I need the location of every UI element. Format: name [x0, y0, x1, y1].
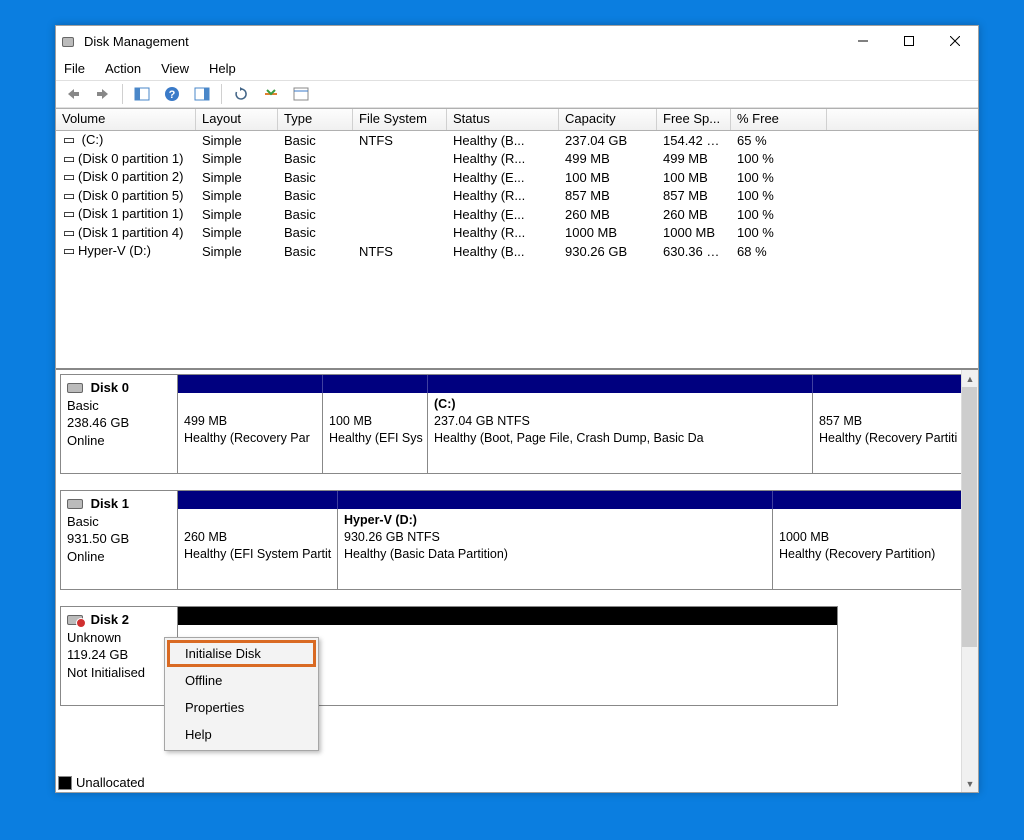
legend-unallocated-swatch [58, 776, 72, 790]
col-capacity[interactable]: Capacity [559, 109, 657, 130]
disk2-type: Unknown [67, 630, 121, 645]
disk1-size: 931.50 GB [67, 531, 129, 546]
col-pfree[interactable]: % Free [731, 109, 827, 130]
disk1-label[interactable]: Disk 1 Basic 931.50 GB Online [60, 490, 178, 590]
maximize-button[interactable] [886, 26, 932, 56]
col-volume[interactable]: Volume [56, 109, 196, 130]
disk1-type: Basic [67, 514, 99, 529]
menubar: File Action View Help [56, 56, 978, 80]
disk0-label[interactable]: Disk 0 Basic 238.46 GB Online [60, 374, 178, 474]
graphical-view: Disk 0 Basic 238.46 GB Online 499 MB Hea… [56, 368, 978, 792]
col-status[interactable]: Status [447, 109, 559, 130]
disk2-size: 119.24 GB [67, 647, 128, 662]
disk-row-0[interactable]: Disk 0 Basic 238.46 GB Online 499 MB Hea… [60, 374, 974, 474]
toolbar: ? [56, 80, 978, 108]
graphical-scrollbar[interactable]: ▲ ▼ [961, 370, 978, 792]
show-hide-console-button[interactable] [131, 83, 153, 105]
volume-row[interactable]: ▭(Disk 0 partition 2)SimpleBasicHealthy … [56, 168, 978, 187]
volume-row[interactable]: ▭(Disk 1 partition 1)SimpleBasicHealthy … [56, 205, 978, 224]
disk1-name: Disk 1 [91, 496, 129, 511]
disk0-header-bar [178, 375, 973, 393]
disk2-header-bar [178, 607, 837, 625]
ctx-properties[interactable]: Properties [167, 694, 316, 721]
disk1-header-bar [178, 491, 973, 509]
volume-row[interactable]: ▭(Disk 0 partition 1)SimpleBasicHealthy … [56, 150, 978, 169]
disk-icon [67, 499, 83, 509]
volume-list[interactable]: Volume Layout Type File System Status Ca… [56, 108, 978, 368]
menu-help[interactable]: Help [205, 59, 240, 78]
titlebar[interactable]: Disk Management [56, 26, 978, 56]
col-free[interactable]: Free Sp... [657, 109, 731, 130]
col-layout[interactable]: Layout [196, 109, 278, 130]
disk1-part2[interactable]: Hyper-V (D:) 930.26 GB NTFS Healthy (Bas… [338, 509, 773, 589]
disk2-label[interactable]: Disk 2 Unknown 119.24 GB Not Initialised [60, 606, 178, 706]
ctx-offline[interactable]: Offline [167, 667, 316, 694]
minimize-button[interactable] [840, 26, 886, 56]
disk1-state: Online [67, 549, 105, 564]
disk1-part3[interactable]: 1000 MB Healthy (Recovery Partition) [773, 509, 973, 589]
disk0-part3[interactable]: (C:) 237.04 GB NTFS Healthy (Boot, Page … [428, 393, 813, 473]
refresh-button[interactable] [230, 83, 252, 105]
ctx-initialise-disk[interactable]: Initialise Disk [167, 640, 316, 667]
legend-unallocated-label: Unallocated [76, 775, 145, 790]
disk2-name: Disk 2 [91, 612, 129, 627]
help-button[interactable]: ? [161, 83, 183, 105]
disk-row-1[interactable]: Disk 1 Basic 931.50 GB Online 260 MB Hea… [60, 490, 974, 590]
disk1-part1[interactable]: 260 MB Healthy (EFI System Partit [178, 509, 338, 589]
volume-row[interactable]: ▭ (C:)SimpleBasicNTFSHealthy (B...237.04… [56, 131, 978, 150]
legend: Unallocated [58, 775, 145, 790]
disk0-type: Basic [67, 398, 99, 413]
context-menu: Initialise Disk Offline Properties Help [164, 637, 319, 751]
svg-text:?: ? [169, 89, 176, 101]
scrollbar-thumb[interactable] [962, 387, 977, 647]
volume-row[interactable]: ▭(Disk 0 partition 5)SimpleBasicHealthy … [56, 187, 978, 206]
app-icon [62, 33, 78, 49]
window-title: Disk Management [84, 34, 840, 49]
close-button[interactable] [932, 26, 978, 56]
toolbar-more-button[interactable] [290, 83, 312, 105]
forward-button[interactable] [92, 83, 114, 105]
volume-row[interactable]: ▭(Disk 1 partition 4)SimpleBasicHealthy … [56, 224, 978, 243]
col-type[interactable]: Type [278, 109, 353, 130]
disk-icon [67, 383, 83, 393]
disk0-part1[interactable]: 499 MB Healthy (Recovery Par [178, 393, 323, 473]
show-hide-action-button[interactable] [191, 83, 213, 105]
disk0-state: Online [67, 433, 105, 448]
ctx-help[interactable]: Help [167, 721, 316, 748]
rescan-disks-button[interactable] [260, 83, 282, 105]
scroll-down-icon[interactable]: ▼ [962, 775, 978, 792]
back-button[interactable] [62, 83, 84, 105]
scroll-up-icon[interactable]: ▲ [962, 370, 978, 387]
volume-row[interactable]: ▭Hyper-V (D:)SimpleBasicNTFSHealthy (B..… [56, 242, 978, 261]
disk0-name: Disk 0 [91, 380, 129, 395]
volume-list-header[interactable]: Volume Layout Type File System Status Ca… [56, 109, 978, 131]
disk0-size: 238.46 GB [67, 415, 129, 430]
disk2-state: Not Initialised [67, 665, 145, 680]
col-fs[interactable]: File System [353, 109, 447, 130]
menu-view[interactable]: View [157, 59, 193, 78]
menu-file[interactable]: File [60, 59, 89, 78]
disk0-part2[interactable]: 100 MB Healthy (EFI Sys [323, 393, 428, 473]
disk-error-icon [67, 615, 83, 625]
disk-management-window: Disk Management File Action View Help ? [55, 25, 979, 793]
menu-action[interactable]: Action [101, 59, 145, 78]
disk0-part4[interactable]: 857 MB Healthy (Recovery Partiti [813, 393, 973, 473]
